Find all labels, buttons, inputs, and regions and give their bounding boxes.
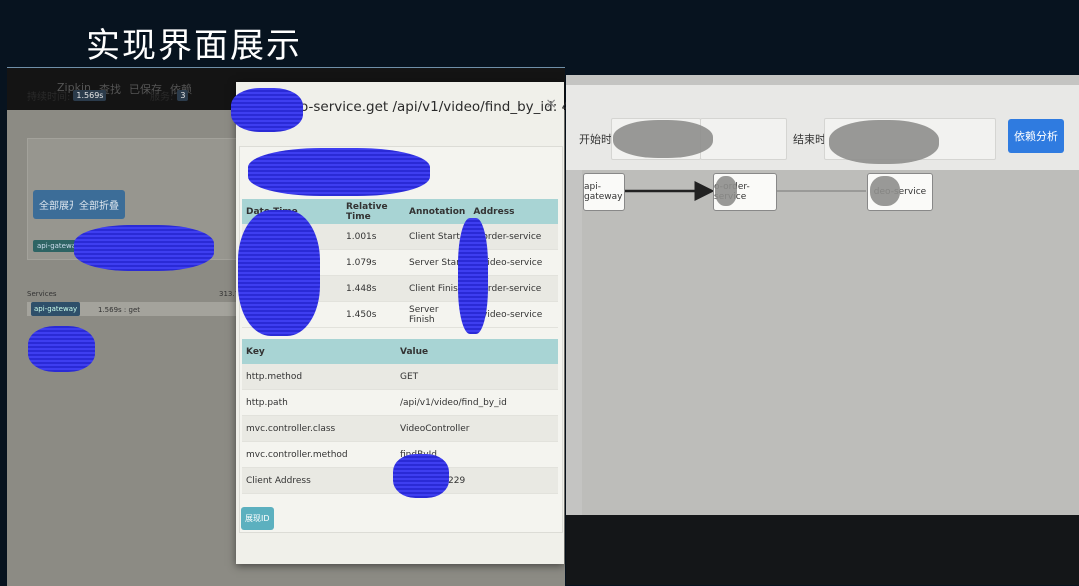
cell: http.method: [242, 364, 396, 390]
services-header: Services: [27, 290, 57, 298]
cell: 1.448s: [342, 275, 405, 302]
services-badge: 3: [177, 90, 189, 101]
cell: VideoController: [396, 415, 558, 442]
redaction-scribble: [248, 148, 430, 196]
duration-summary: 持续时间: 1.569s: [27, 88, 107, 103]
duration-label: 持续时间:: [27, 92, 71, 103]
redaction-scribble: [28, 326, 95, 372]
col-annotation: Annotation: [405, 199, 470, 224]
cell: 1.079s: [342, 249, 405, 276]
slide-title: 实现界面展示: [86, 26, 302, 66]
cell: 1.001s: [342, 224, 405, 250]
services-label: 服务:: [150, 92, 174, 103]
dependency-graph-canvas: [582, 170, 1079, 515]
col-relative-time: Relative Time: [342, 199, 405, 224]
redaction-scribble: [458, 218, 488, 334]
cell: mvc.controller.class: [242, 415, 396, 442]
duration-badge: 1.569s: [73, 90, 107, 101]
redaction-scribble: [829, 120, 939, 164]
table-row: http.method GET: [242, 364, 558, 390]
cell: GET: [396, 364, 558, 390]
service-span-tag[interactable]: api-gateway: [31, 302, 81, 316]
table-header-row: Key Value: [242, 339, 558, 364]
col-address: Address: [469, 199, 558, 224]
redaction-scribble: [613, 120, 713, 158]
collapse-all-button[interactable]: 全部折叠: [73, 190, 125, 219]
node-api-gateway[interactable]: api-gateway: [583, 173, 625, 211]
close-icon[interactable]: ×: [545, 96, 557, 112]
redaction-scribble: [715, 176, 737, 206]
show-ids-button[interactable]: 展现ID: [241, 507, 274, 530]
service-span-time: 1.569s : get: [98, 306, 140, 314]
cell: http.path: [242, 389, 396, 416]
redaction-scribble: [393, 454, 449, 498]
table-row: mvc.controller.class VideoController: [242, 415, 558, 442]
col-value: Value: [396, 339, 558, 364]
redaction-scribble: [231, 88, 303, 132]
col-key: Key: [242, 339, 396, 364]
table-row: http.path/api/v1/video/find_by_id: [242, 389, 558, 416]
redaction-scribble: [238, 210, 320, 336]
cell: /api/v1/video/find_by_id: [396, 389, 558, 416]
start-time-input[interactable]: [700, 118, 787, 160]
redaction-scribble: [870, 176, 900, 206]
redaction-scribble: [74, 225, 214, 271]
cell: mvc.controller.method: [242, 441, 396, 468]
bottom-band: [566, 515, 1079, 585]
services-summary: 服务: 3: [150, 88, 189, 103]
cell: 1.450s: [342, 301, 405, 328]
dependency-analysis-button[interactable]: 依赖分析: [1008, 119, 1064, 153]
cell: Client Address: [242, 467, 396, 494]
